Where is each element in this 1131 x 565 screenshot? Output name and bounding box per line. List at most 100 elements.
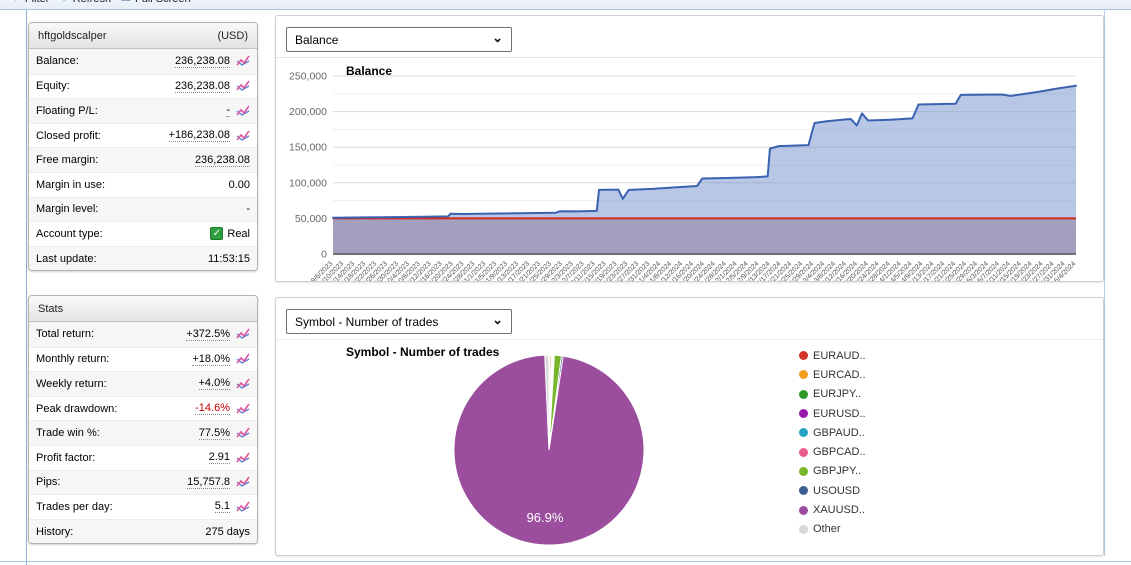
table-row: Margin in use: 0.00	[29, 171, 257, 197]
legend-color-dot	[799, 428, 808, 438]
mini-chart-icon[interactable]	[236, 501, 250, 513]
row-value[interactable]: +372.5%	[186, 328, 230, 341]
row-label: Profit factor:	[36, 451, 96, 464]
legend-item-gbpcad[interactable]: GBPCAD..	[799, 442, 866, 461]
table-row: Balance: 236,238.08	[29, 49, 257, 74]
legend-label: Other	[813, 523, 841, 536]
table-row: Equity: 236,238.08	[29, 73, 257, 99]
table-row: Trade win %: 77.5%	[29, 420, 257, 445]
balance-area-chart: 050,000100,000150,000200,000250,0009/6/2…	[289, 71, 1077, 282]
table-row: Floating P/L: -	[29, 98, 257, 123]
top-toolbar: ▼ Filter ↻ Refresh ❐ Full Screen	[0, 0, 1131, 9]
mini-chart-icon[interactable]	[236, 353, 250, 365]
stats-panel-header: Stats	[29, 296, 257, 322]
legend-item-euraud[interactable]: EURAUD..	[799, 346, 866, 365]
row-label: Total return:	[36, 328, 95, 341]
row-value[interactable]: +4.0%	[198, 377, 230, 391]
frame-border-top	[0, 9, 1131, 10]
mini-chart-icon[interactable]	[236, 452, 250, 464]
table-row: History: 275 days	[29, 518, 257, 544]
legend-item-gbpjpy[interactable]: GBPJPY..	[799, 462, 866, 481]
table-row: Margin level: -	[29, 196, 257, 222]
refresh-label: Refresh	[73, 0, 112, 5]
mini-chart-icon[interactable]	[236, 427, 250, 439]
fullscreen-label: Full Screen	[135, 0, 191, 5]
mini-chart-icon[interactable]	[236, 403, 250, 415]
y-axis-tick: 150,000	[289, 142, 327, 154]
legend-color-dot	[799, 409, 808, 419]
app-window: ▼ Filter ↻ Refresh ❐ Full Screen hftgold…	[0, 0, 1131, 565]
mini-chart-icon[interactable]	[236, 476, 250, 488]
row-value[interactable]: -14.6%	[195, 402, 230, 416]
row-value[interactable]: 236,238.08	[174, 80, 230, 93]
row-label: Trades per day:	[36, 500, 113, 513]
mini-chart-icon[interactable]	[236, 328, 250, 340]
fullscreen-icon: ❐	[121, 0, 131, 4]
fullscreen-button[interactable]: ❐ Full Screen	[121, 0, 191, 5]
row-value[interactable]: 236,238.08	[194, 154, 250, 167]
legend-item-other[interactable]: Other	[799, 520, 866, 539]
row-label: Margin in use:	[36, 178, 106, 191]
pie-legend: EURAUD.. EURCAD.. EURJPY.. EURUSD.. GBPAUD..…	[799, 346, 866, 539]
row-label: Weekly return:	[36, 377, 107, 390]
row-label: Monthly return:	[36, 353, 110, 366]
y-axis-tick: 0	[321, 249, 327, 261]
mini-chart-icon[interactable]	[236, 130, 250, 142]
row-value[interactable]: 2.91	[208, 451, 230, 465]
row-value: -	[246, 203, 250, 216]
row-value[interactable]: 77.5%	[198, 427, 230, 440]
pie-chart-dropdown[interactable]: Symbol - Number of trades ⌄	[286, 309, 512, 334]
stats-title: Stats	[38, 302, 64, 315]
legend-color-dot	[799, 447, 808, 457]
pie-dropdown-value: Symbol - Number of trades	[295, 314, 439, 329]
pie-chart-header: Symbol - Number of trades ⌄	[276, 298, 1103, 340]
filter-label: Filter	[25, 0, 49, 5]
row-label: Last update:	[36, 252, 97, 265]
mini-chart-icon[interactable]	[236, 105, 250, 117]
legend-label: EURCAD..	[813, 368, 866, 381]
legend-color-dot	[799, 351, 808, 361]
account-rows: Balance: 236,238.08 Equity: 236,238.08 Float…	[29, 49, 257, 271]
legend-item-eurusd[interactable]: EURUSD..	[799, 404, 866, 423]
mini-chart-icon[interactable]	[236, 80, 250, 92]
chevron-down-icon: ⌄	[492, 30, 503, 45]
filter-button[interactable]: ▼ Filter	[10, 0, 49, 5]
row-value[interactable]: 5.1	[214, 500, 230, 514]
row-value[interactable]: +18.0%	[192, 353, 230, 366]
stats-rows: Total return: +372.5% Monthly return: +18.0…	[29, 322, 257, 544]
table-row: Total return: +372.5%	[29, 322, 257, 347]
account-info-panel: hftgoldscalper (USD) Balance: 236,238.08 E…	[28, 22, 258, 272]
row-value[interactable]: 236,238.08	[174, 55, 230, 68]
filter-icon: ▼	[10, 0, 21, 4]
legend-label: EURAUD..	[813, 349, 866, 362]
row-label: Trade win %:	[36, 427, 100, 440]
pie-slice-percentage-label: 96.9%	[527, 510, 564, 525]
row-label: Pips:	[36, 476, 61, 489]
pie-chart-panel: Symbol - Number of trades ⌄ Symbol - Num…	[275, 297, 1104, 556]
legend-item-eurcad[interactable]: EURCAD..	[799, 365, 866, 384]
row-label: Account type:	[36, 227, 103, 240]
row-value[interactable]: +186,238.08	[168, 129, 230, 143]
legend-label: EURUSD..	[813, 407, 866, 420]
row-value[interactable]: -	[226, 104, 230, 118]
checkbox-checked-icon: ✓	[210, 227, 224, 241]
row-value: Real	[227, 227, 250, 240]
symbol-pie-chart: 96.9%	[453, 354, 645, 546]
legend-item-gbpaud[interactable]: GBPAUD..	[799, 423, 866, 442]
row-value: 11:53:15	[207, 252, 250, 265]
chevron-down-icon: ⌄	[492, 312, 503, 327]
legend-color-dot	[799, 524, 808, 534]
row-value[interactable]: 15,757.8	[187, 476, 230, 489]
legend-item-xauusd[interactable]: XAUUSD..	[799, 500, 866, 519]
account-panel-header: hftgoldscalper (USD)	[29, 23, 257, 49]
mini-chart-icon[interactable]	[236, 378, 250, 390]
mini-chart-icon[interactable]	[236, 55, 250, 67]
legend-item-eurjpy[interactable]: EURJPY..	[799, 385, 866, 404]
frame-border-bottom	[0, 561, 1131, 562]
account-name: hftgoldscalper	[38, 29, 107, 42]
balance-chart-dropdown[interactable]: Balance ⌄	[286, 27, 512, 52]
legend-item-usousd[interactable]: USOUSD	[799, 481, 866, 500]
balance-chart-header: Balance ⌄	[276, 16, 1103, 58]
table-row: Free margin: 236,238.08	[29, 147, 257, 172]
refresh-button[interactable]: ↻ Refresh	[59, 0, 111, 5]
